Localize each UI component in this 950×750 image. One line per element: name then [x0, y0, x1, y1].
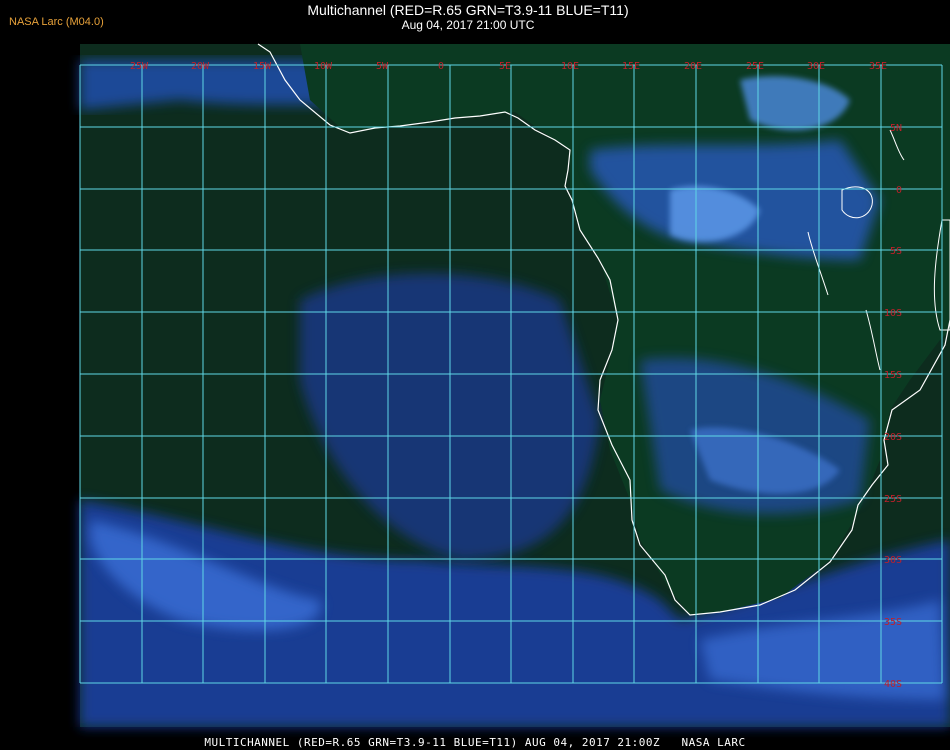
latitude-label: 20S: [884, 432, 902, 443]
longitude-label: 10E: [561, 61, 579, 72]
latitude-label: 30S: [884, 555, 902, 566]
longitude-label: 15E: [622, 61, 640, 72]
latitude-label: 40S: [884, 679, 902, 690]
latitude-label: 5N: [890, 123, 902, 134]
latitude-label: 10S: [884, 308, 902, 319]
longitude-label: 10W: [314, 61, 333, 72]
latitude-label: 0: [896, 185, 902, 196]
latitude-label: 25S: [884, 494, 902, 505]
longitude-label: 20E: [684, 61, 702, 72]
longitude-label: 25E: [746, 61, 764, 72]
latitude-label: 5S: [890, 246, 902, 257]
longitude-label: 35E: [869, 61, 887, 72]
longitude-label: 15W: [253, 61, 272, 72]
longitude-label: 0: [438, 61, 444, 72]
longitude-label: 20W: [191, 61, 210, 72]
longitude-label: 25W: [130, 61, 149, 72]
latitude-label: 15S: [884, 370, 902, 381]
longitude-label: 5E: [499, 61, 511, 72]
longitude-label: 5W: [376, 61, 389, 72]
footer-caption: MULTICHANNEL (RED=R.65 GRN=T3.9-11 BLUE=…: [204, 736, 746, 749]
latitude-label: 35S: [884, 617, 902, 628]
longitude-label: 30E: [807, 61, 825, 72]
satellite-map: 25W 20W 15W 10W 5W 0 5E 10E 15E 20E 25E 30E 35E 5N 0 5…: [79, 43, 950, 727]
